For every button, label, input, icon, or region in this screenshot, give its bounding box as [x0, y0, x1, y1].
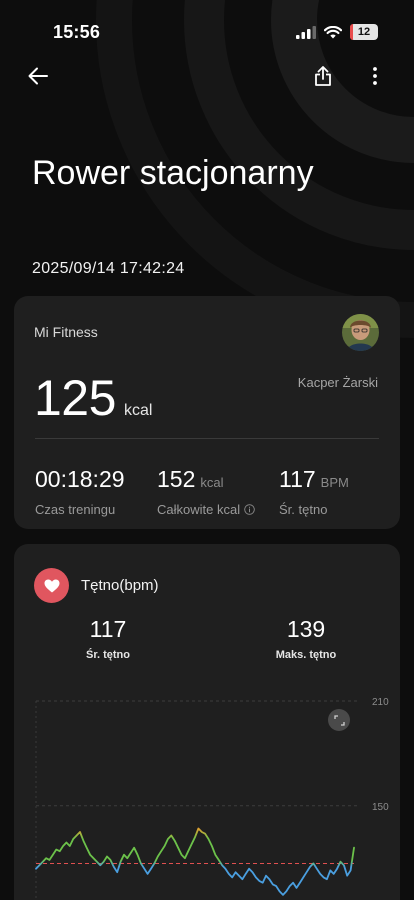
y-tick-label: 210 [372, 697, 389, 708]
stat-value: 00:18:29 [35, 466, 125, 492]
heart-rate-max: 139 Maks. tętno [251, 616, 361, 661]
stat-label: Czas treningu [35, 502, 116, 517]
metric-value: 117 [89, 616, 127, 642]
calories-unit: kcal [123, 402, 153, 419]
calories-total: 125 kcal [34, 369, 152, 427]
stat-value: 152 [157, 466, 196, 492]
stat-duration: 00:18:29 Czas treningu [35, 466, 125, 517]
stat-unit: BPM [320, 475, 349, 490]
page-title: Rower stacjonarny [32, 154, 314, 192]
metric-label: Śr. tętno [85, 649, 130, 661]
stat-total-kcal: 152 kcal Całkowite kcal [157, 466, 255, 517]
stat-avg-heart-rate: 117 BPM Śr. tętno [279, 466, 349, 517]
heart-rate-card: Tętno(bpm) 117 Śr. tętno 139 Maks. tętno… [14, 544, 400, 900]
back-button[interactable] [22, 60, 54, 92]
expand-icon [333, 714, 345, 726]
battery-icon: 12 [350, 24, 378, 40]
metric-value: 139 [286, 616, 326, 642]
heart-rate-average: 117 Śr. tętno [53, 616, 163, 661]
summary-card: Mi Fitness Kacper Żarski 125 kcal 00:18:… [14, 296, 400, 529]
heart-rate-title: Tętno(bpm) [81, 577, 159, 594]
heart-icon [44, 579, 59, 592]
heart-rate-series-line [35, 827, 355, 896]
stat-label: Śr. tętno [279, 502, 328, 517]
divider [35, 438, 379, 439]
wifi-icon [324, 25, 342, 38]
avatar[interactable] [342, 314, 379, 351]
share-icon [315, 66, 331, 86]
status-time: 15:56 [53, 22, 101, 42]
workout-datetime: 2025/09/14 17:42:24 [32, 260, 185, 277]
stat-unit: kcal [200, 475, 224, 490]
calories-value: 125 [34, 370, 116, 426]
top-navigation [0, 56, 414, 96]
signal-icon [296, 25, 316, 39]
more-vertical-icon [373, 67, 377, 85]
stat-value: 117 [279, 466, 316, 492]
heart-badge [34, 568, 69, 603]
share-button[interactable] [307, 60, 339, 92]
battery-level: 12 [357, 26, 371, 38]
y-tick-label: 150 [372, 802, 389, 813]
user-name: Kacper Żarski [297, 375, 378, 390]
status-icons: 12 [296, 24, 378, 40]
back-arrow-icon [28, 67, 48, 85]
more-options-button[interactable] [359, 60, 391, 92]
stat-label: Całkowite kcal [157, 502, 241, 517]
user-avatar-image [342, 314, 379, 351]
info-icon[interactable] [244, 504, 255, 515]
metric-label: Maks. tętno [275, 649, 337, 661]
source-app-label: Mi Fitness [34, 324, 98, 340]
expand-chart-button[interactable] [328, 709, 350, 731]
